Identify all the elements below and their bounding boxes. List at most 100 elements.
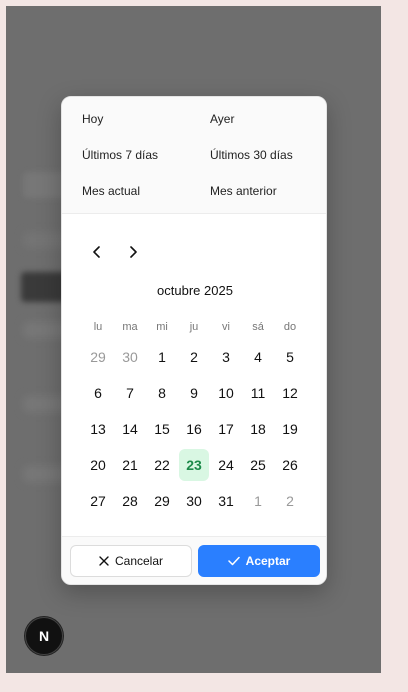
- accept-label: Aceptar: [245, 554, 291, 568]
- day-number: 8: [158, 385, 166, 401]
- cancel-button[interactable]: Cancelar: [70, 545, 192, 577]
- day-cell[interactable]: 24: [210, 447, 242, 483]
- day-number: 10: [218, 385, 234, 401]
- day-number: 12: [282, 385, 298, 401]
- day-cell[interactable]: 27: [82, 483, 114, 519]
- day-cell[interactable]: 22: [146, 447, 178, 483]
- day-cell[interactable]: 11: [242, 375, 274, 411]
- day-cell[interactable]: 29: [146, 483, 178, 519]
- day-cell[interactable]: 10: [210, 375, 242, 411]
- weekday-label: sá: [252, 321, 264, 333]
- day-cell-outside-month[interactable]: 29: [82, 339, 114, 375]
- day-number: 2: [190, 349, 198, 365]
- preset-previous-month[interactable]: Mes anterior: [210, 173, 326, 209]
- day-cell-outside-month[interactable]: 2: [274, 483, 306, 519]
- day-number: 31: [218, 493, 234, 509]
- day-cell-selected[interactable]: 23: [178, 447, 210, 483]
- chevron-right-icon[interactable]: [126, 245, 140, 259]
- day-cell[interactable]: 21: [114, 447, 146, 483]
- day-number: 2: [286, 493, 294, 509]
- day-cell[interactable]: 17: [210, 411, 242, 447]
- day-cell[interactable]: 4: [242, 339, 274, 375]
- day-cell[interactable]: 12: [274, 375, 306, 411]
- preset-yesterday[interactable]: Ayer: [210, 101, 326, 137]
- day-number: 5: [286, 349, 294, 365]
- preset-last-30-days[interactable]: Últimos 30 días: [210, 137, 326, 173]
- day-number: 25: [250, 457, 266, 473]
- preset-ranges: Hoy Ayer Últimos 7 días Últimos 30 días …: [62, 97, 326, 214]
- day-cell[interactable]: 31: [210, 483, 242, 519]
- nextjs-badge[interactable]: N: [25, 617, 63, 655]
- day-cell[interactable]: 13: [82, 411, 114, 447]
- day-cell[interactable]: 8: [146, 375, 178, 411]
- day-number: 15: [154, 421, 170, 437]
- dialog-footer: Cancelar Aceptar: [62, 536, 326, 584]
- day-number: 20: [90, 457, 106, 473]
- day-cell[interactable]: 15: [146, 411, 178, 447]
- day-number: 14: [122, 421, 138, 437]
- day-cell[interactable]: 5: [274, 339, 306, 375]
- day-cell[interactable]: 16: [178, 411, 210, 447]
- date-picker-dialog: Hoy Ayer Últimos 7 días Últimos 30 días …: [61, 96, 327, 585]
- day-cell[interactable]: 9: [178, 375, 210, 411]
- day-number: 29: [90, 349, 106, 365]
- day-number: 19: [282, 421, 298, 437]
- day-number: 24: [218, 457, 234, 473]
- day-number: 4: [254, 349, 262, 365]
- day-number: 3: [222, 349, 230, 365]
- day-number: 26: [282, 457, 298, 473]
- day-grid: 29 30 1 2 3 4 5 6 7 8 9 10 11 12 13 14 15 16 17 18 19 20 21 22 2…: [82, 339, 306, 519]
- weekday-label: mi: [156, 321, 168, 333]
- check-icon: [227, 556, 240, 566]
- day-cell[interactable]: 7: [114, 375, 146, 411]
- cancel-label: Cancelar: [114, 554, 164, 568]
- day-number: 16: [186, 421, 202, 437]
- day-cell[interactable]: 6: [82, 375, 114, 411]
- day-number: 9: [190, 385, 198, 401]
- day-number: 17: [218, 421, 234, 437]
- day-number: 11: [250, 385, 266, 401]
- day-number: 29: [154, 493, 170, 509]
- day-number: 18: [250, 421, 266, 437]
- weekday-label: do: [283, 321, 297, 333]
- day-number: 21: [122, 457, 138, 473]
- preset-current-month[interactable]: Mes actual: [82, 173, 210, 209]
- day-number: 1: [254, 493, 262, 509]
- day-number: 13: [90, 421, 106, 437]
- close-icon: [99, 556, 109, 566]
- preset-last-7-days[interactable]: Últimos 7 días: [82, 137, 210, 173]
- day-cell-outside-month[interactable]: 30: [114, 339, 146, 375]
- day-cell[interactable]: 2: [178, 339, 210, 375]
- day-number: 27: [90, 493, 106, 509]
- month-title: octubre 2025: [157, 283, 233, 298]
- day-cell[interactable]: 20: [82, 447, 114, 483]
- weekday-label: vi: [222, 321, 230, 333]
- day-cell[interactable]: 14: [114, 411, 146, 447]
- day-cell[interactable]: 25: [242, 447, 274, 483]
- day-cell-outside-month[interactable]: 1: [242, 483, 274, 519]
- day-number: 1: [158, 349, 166, 365]
- day-cell[interactable]: 28: [114, 483, 146, 519]
- day-number: 30: [186, 493, 202, 509]
- day-cell[interactable]: 1: [146, 339, 178, 375]
- weekday-label: lu: [93, 321, 103, 333]
- chevron-left-icon[interactable]: [90, 245, 104, 259]
- day-cell[interactable]: 26: [274, 447, 306, 483]
- day-number: 28: [122, 493, 138, 509]
- month-navigation: [90, 245, 140, 259]
- accept-button[interactable]: Aceptar: [198, 545, 320, 577]
- weekday-label: ju: [189, 321, 199, 333]
- day-number: 6: [94, 385, 102, 401]
- preset-today[interactable]: Hoy: [82, 101, 210, 137]
- day-cell[interactable]: 18: [242, 411, 274, 447]
- day-cell[interactable]: 19: [274, 411, 306, 447]
- day-number: 30: [122, 349, 138, 365]
- day-cell[interactable]: 30: [178, 483, 210, 519]
- nextjs-logo-icon: N: [38, 628, 50, 644]
- day-number: 22: [154, 457, 170, 473]
- weekday-header: lu ma mi ju vi sá do: [82, 321, 306, 333]
- day-number: 7: [126, 385, 134, 401]
- weekday-label: ma: [122, 321, 138, 333]
- day-number: 23: [179, 449, 209, 481]
- day-cell[interactable]: 3: [210, 339, 242, 375]
